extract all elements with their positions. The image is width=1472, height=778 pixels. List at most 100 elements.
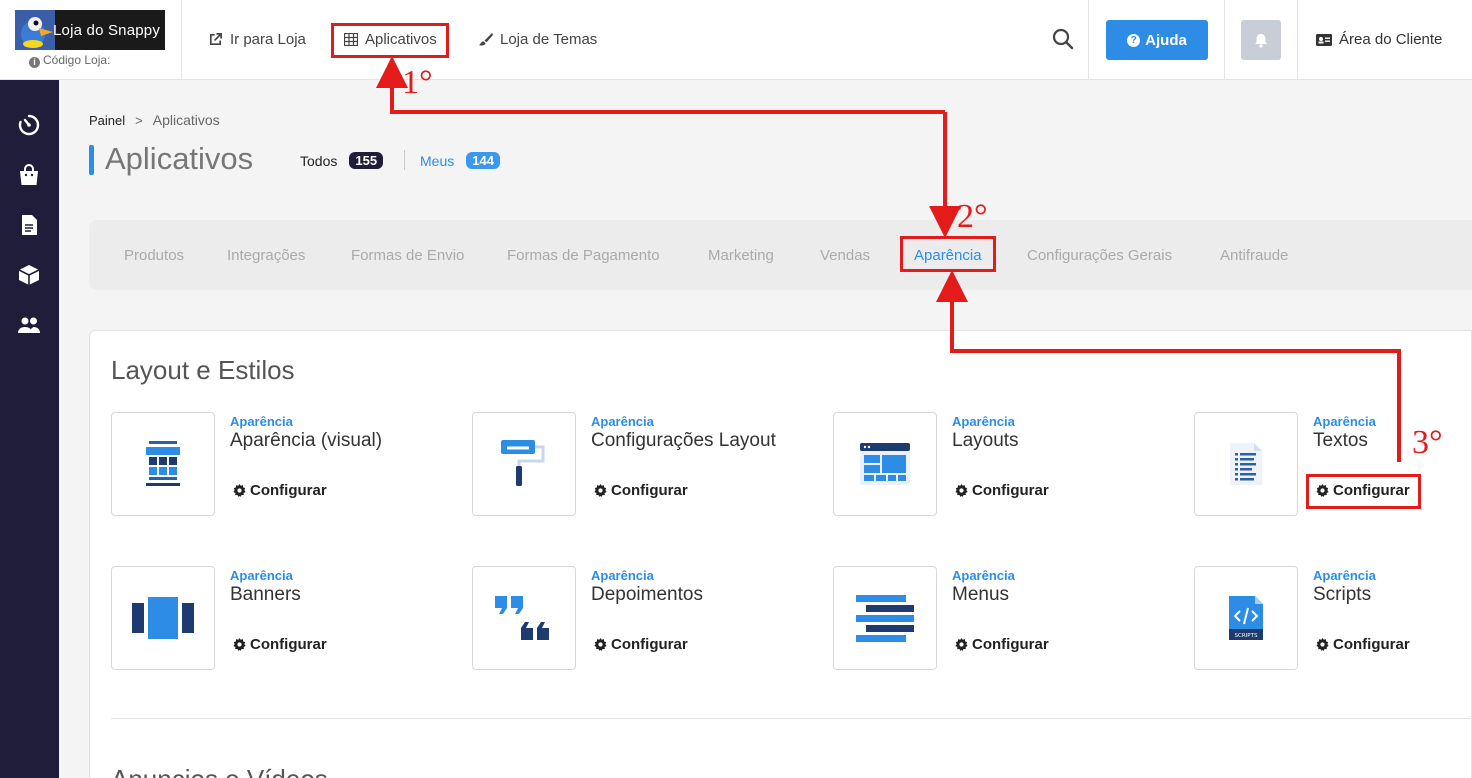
tab-marketing[interactable]: Marketing: [708, 247, 774, 264]
step-2-label: 2°: [957, 198, 988, 235]
highlight-box-configurar: [1306, 474, 1421, 509]
configure-label: Configurar: [611, 636, 688, 653]
header-divider: [181, 0, 182, 80]
filter-divider: [404, 150, 405, 170]
brush-icon: [478, 32, 493, 46]
nav-theme-store-label: Loja de Temas: [500, 31, 598, 48]
header-divider: [1297, 0, 1298, 80]
nav-go-to-store-label: Ir para Loja: [230, 31, 306, 48]
menu-lines-icon: [856, 595, 914, 642]
gear-icon: [1316, 638, 1329, 651]
app-card-icon[interactable]: [833, 412, 937, 516]
breadcrumb-separator: >: [135, 112, 143, 128]
search-icon[interactable]: [1052, 28, 1074, 50]
app-card-icon[interactable]: [111, 412, 215, 516]
app-card-icon[interactable]: [472, 412, 576, 516]
client-area-link[interactable]: Área do Cliente: [1316, 31, 1442, 48]
breadcrumb: Painel > Aplicativos: [89, 112, 220, 128]
app-card-icon[interactable]: [111, 566, 215, 670]
configure-button[interactable]: Configurar: [233, 636, 327, 653]
svg-text:SCRIPTS: SCRIPTS: [1235, 633, 1258, 639]
id-card-icon: [1316, 33, 1332, 46]
tab-integracoes[interactable]: Integrações: [227, 247, 305, 264]
filter-mine-count: 144: [466, 152, 500, 169]
top-header: Loja do Snappy i Código Loja: Ir para Loj…: [0, 0, 1472, 80]
section-title: Layout e Estilos: [111, 355, 295, 385]
tab-vendas[interactable]: Vendas: [820, 247, 870, 264]
title-accent-bar: [89, 145, 94, 175]
nav-go-to-store[interactable]: Ir para Loja: [208, 31, 306, 48]
gear-icon: [233, 484, 246, 497]
configure-button[interactable]: Configurar: [955, 636, 1049, 653]
next-section-title: Anuncios e Vídeos: [111, 764, 328, 778]
app-name: Layouts: [952, 430, 1019, 451]
page-title: Aplicativos: [105, 141, 254, 176]
app-category: Aparência: [952, 414, 1015, 429]
configure-button[interactable]: Configurar: [1316, 636, 1410, 653]
help-label: Ajuda: [1145, 31, 1187, 49]
tab-antifraude[interactable]: Antifraude: [1220, 247, 1288, 264]
document-icon[interactable]: [17, 213, 41, 237]
banner-slides-icon: [132, 597, 194, 639]
gear-icon: [955, 638, 968, 651]
gear-icon: [955, 484, 968, 497]
configure-button[interactable]: Configurar: [594, 636, 688, 653]
configure-label: Configurar: [250, 636, 327, 653]
configure-label: Configurar: [1333, 636, 1410, 653]
paint-roller-icon: [501, 440, 545, 486]
client-area-label: Área do Cliente: [1339, 31, 1443, 48]
breadcrumb-current: Aplicativos: [152, 112, 220, 128]
notifications-button[interactable]: [1241, 20, 1281, 60]
app-card-icon[interactable]: [472, 566, 576, 670]
breadcrumb-root[interactable]: Painel: [89, 113, 125, 128]
text-document-icon: [1230, 443, 1262, 485]
visual-layout-icon: [146, 441, 180, 486]
tab-produtos[interactable]: Produtos: [124, 247, 184, 264]
box-icon[interactable]: [17, 263, 41, 287]
header-divider: [1224, 0, 1225, 80]
store-name: Loja do Snappy: [53, 22, 161, 39]
step-1-label: 1°: [402, 64, 433, 101]
section-divider: [111, 718, 1472, 719]
filter-all-count: 155: [349, 152, 384, 169]
sidebar: [0, 80, 59, 778]
highlight-box-aparencia: [900, 236, 996, 272]
gear-icon: [233, 638, 246, 651]
dashboard-icon[interactable]: [17, 113, 41, 137]
configure-button[interactable]: Configurar: [233, 482, 327, 499]
gear-icon: [594, 484, 607, 497]
nav-theme-store[interactable]: Loja de Temas: [478, 31, 597, 48]
configure-label: Configurar: [972, 482, 1049, 499]
app-category: Aparência: [230, 568, 293, 583]
app-category: Aparência: [1313, 414, 1376, 429]
app-card-icon[interactable]: SCRIPTS: [1194, 566, 1298, 670]
header-divider: [1088, 0, 1089, 80]
filter-all-label: Todos: [300, 152, 338, 169]
configure-button[interactable]: Configurar: [594, 482, 688, 499]
filter-all[interactable]: Todos 155: [300, 152, 384, 169]
quote-icon: [495, 596, 549, 640]
browser-layout-icon: [860, 443, 910, 485]
app-category: Aparência: [591, 568, 654, 583]
app-name: Configurações Layout: [591, 430, 776, 451]
app-name: Banners: [230, 584, 301, 605]
tab-configuracoes-gerais[interactable]: Configurações Gerais: [1027, 247, 1172, 264]
shopping-bag-icon[interactable]: [17, 163, 41, 187]
help-button[interactable]: ? Ajuda: [1106, 20, 1208, 60]
tab-formas-de-pagamento[interactable]: Formas de Pagamento: [507, 247, 660, 264]
configure-button[interactable]: Configurar: [955, 482, 1049, 499]
apps-panel: [89, 330, 1472, 778]
app-category: Aparência: [591, 414, 654, 429]
users-icon[interactable]: [17, 313, 41, 337]
store-logo[interactable]: Loja do Snappy: [15, 10, 165, 50]
app-name: Aparência (visual): [230, 430, 383, 451]
tab-formas-de-envio[interactable]: Formas de Envio: [351, 247, 464, 264]
configure-label: Configurar: [611, 482, 688, 499]
app-card-icon[interactable]: [833, 566, 937, 670]
store-code: i Código Loja:: [29, 53, 110, 68]
filter-mine[interactable]: Meus 144: [420, 152, 500, 169]
app-category: Aparência: [230, 414, 293, 429]
app-card-icon[interactable]: [1194, 412, 1298, 516]
app-category: Aparência: [1313, 568, 1376, 583]
configure-label: Configurar: [250, 482, 327, 499]
